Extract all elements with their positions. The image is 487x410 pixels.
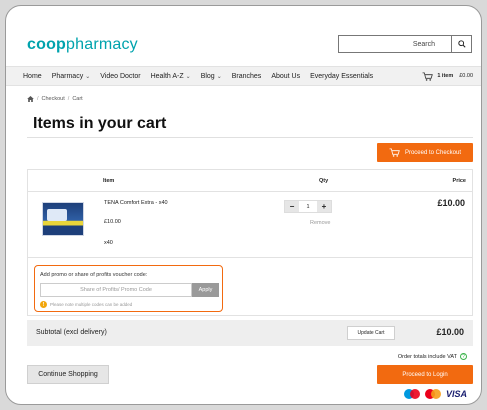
chevron-down-icon: ⌄ [185,73,191,80]
help-icon[interactable]: ? [460,353,467,360]
app-frame: cooppharmacy Search Home Pharmacy ⌄ Video… [5,5,482,405]
product-unit-price: £10.00 [104,219,121,225]
cart-table: Item Qty Price TENA Comfort Extra - x40 … [27,169,473,316]
search-button[interactable] [451,36,471,52]
nav-about-us[interactable]: About Us [271,73,300,80]
continue-shopping-button[interactable]: Continue Shopping [27,365,109,384]
product-name[interactable]: TENA Comfort Extra - x40 [104,200,168,206]
chevron-down-icon: ⌄ [85,73,91,80]
quantity-input[interactable]: 1 [299,201,317,212]
warning-icon: ! [40,301,47,308]
breadcrumb-checkout[interactable]: Checkout [42,96,65,102]
divider [27,137,473,138]
nav-everyday-essentials[interactable]: Everyday Essentials [310,73,373,80]
column-header-qty: Qty [319,178,329,184]
nav-blog[interactable]: Blog ⌄ [201,73,222,80]
remove-link[interactable]: Remove [310,220,330,226]
search-box[interactable]: Search [338,35,472,53]
search-icon [457,40,466,48]
vat-note: Order totals include VAT ? [398,353,467,360]
table-row: TENA Comfort Extra - x40 £10.00 x40 − 1 … [28,192,472,258]
breadcrumb: / Checkout / Cart [27,96,83,102]
promo-code-input[interactable]: Share of Profits/ Promo Code [40,283,192,297]
quantity-stepper: − 1 + [284,200,332,213]
proceed-to-checkout-button[interactable]: Proceed to Checkout [377,143,473,162]
home-icon[interactable] [27,96,34,102]
product-image[interactable] [42,202,84,236]
column-header-price: Price [452,178,466,184]
mini-cart[interactable]: 1 item £0.00 [422,67,473,85]
mastercard-icon [424,389,441,399]
subtotal-label: Subtotal (excl delivery) [36,329,107,336]
subtotal-bar: Subtotal (excl delivery) Update Cart £10… [27,320,473,346]
nav-branches[interactable]: Branches [232,73,262,80]
promo-label: Add promo or share of profits voucher co… [40,272,148,278]
line-price: £10.00 [437,198,465,208]
payment-methods: VISA [403,389,467,399]
cart-total: £0.00 [459,73,473,79]
promo-code-panel: Add promo or share of profits voucher co… [34,265,223,312]
column-header-item: Item [103,178,115,184]
subtotal-amount: £10.00 [436,327,464,337]
nav-home[interactable]: Home [23,73,42,80]
nav-health-a-z[interactable]: Health A-Z ⌄ [151,73,191,80]
cart-count: 1 item [437,73,454,79]
increase-quantity-button[interactable]: + [317,201,331,212]
cart-icon [389,148,400,157]
proceed-to-login-button[interactable]: Proceed to Login [377,365,473,384]
update-cart-button[interactable]: Update Cart [347,326,395,340]
nav-video-doctor[interactable]: Video Doctor [100,73,140,80]
maestro-icon [403,389,420,399]
search-input[interactable]: Search [339,41,451,48]
page-title: Items in your cart [33,115,167,132]
main-nav: Home Pharmacy ⌄ Video Doctor Health A-Z ⌄ … [6,66,481,86]
product-pack-size: x40 [104,240,113,246]
promo-note: ! Please note multiple codes can be adde… [40,301,132,308]
coop-pharmacy-logo[interactable]: cooppharmacy [27,36,138,54]
apply-button[interactable]: Apply [192,283,219,297]
visa-icon: VISA [445,389,467,399]
breadcrumb-cart: Cart [72,96,83,102]
decrease-quantity-button[interactable]: − [285,201,299,212]
cart-table-header: Item Qty Price [28,170,472,192]
chevron-down-icon: ⌄ [216,73,222,80]
nav-pharmacy[interactable]: Pharmacy ⌄ [52,73,91,80]
cart-icon [422,71,434,81]
